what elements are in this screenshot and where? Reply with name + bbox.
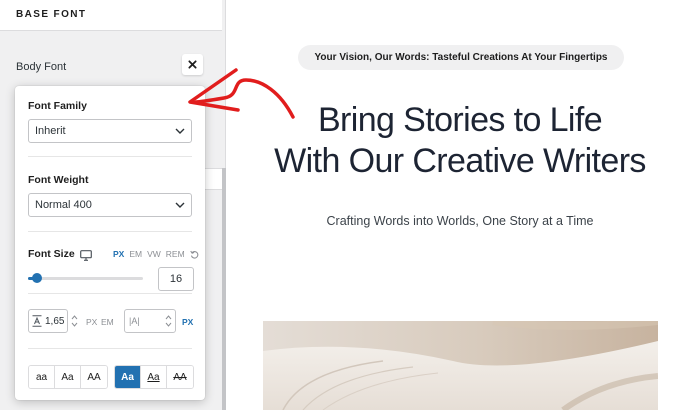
section-header: BASE FONT bbox=[0, 0, 222, 31]
headline-line-1: Bring Stories to Life bbox=[317, 101, 603, 139]
divider bbox=[28, 348, 192, 349]
letter-spacing-unit-px[interactable]: PX bbox=[182, 317, 193, 327]
font-family-value: Inherit bbox=[35, 125, 66, 137]
unit-rem[interactable]: REM bbox=[166, 249, 185, 259]
unit-em[interactable]: EM bbox=[129, 249, 142, 259]
unit-vw[interactable]: VW bbox=[147, 249, 161, 259]
underline-button[interactable]: Aa bbox=[141, 366, 167, 388]
divider bbox=[28, 156, 192, 157]
line-height-input[interactable]: 1,65 bbox=[28, 309, 68, 333]
sidebar-scrollbar[interactable] bbox=[222, 168, 226, 410]
font-size-input[interactable]: 16 bbox=[158, 267, 194, 291]
section-title: BASE FONT bbox=[16, 9, 87, 20]
unit-px[interactable]: PX bbox=[113, 249, 124, 259]
line-height-unit-em[interactable]: EM bbox=[101, 317, 114, 327]
line-height-value: 1,65 bbox=[45, 315, 65, 327]
font-size-slider[interactable] bbox=[28, 273, 143, 283]
hero-image bbox=[263, 321, 658, 410]
tagline-badge: Your Vision, Our Words: Tasteful Creatio… bbox=[298, 45, 624, 70]
close-icon bbox=[188, 60, 197, 69]
headline-line-2: With Our Creative Writers bbox=[274, 142, 646, 180]
slider-thumb[interactable] bbox=[32, 273, 43, 283]
decoration-none-button[interactable]: Aa bbox=[115, 366, 141, 388]
letter-spacing-placeholder: |A| bbox=[129, 316, 140, 326]
text-transform-group: aa Aa AA bbox=[28, 365, 108, 389]
reset-icon[interactable] bbox=[189, 250, 199, 259]
font-settings-popover: Font Family Inherit Font Weight Normal 4… bbox=[15, 86, 205, 400]
chevron-down-icon bbox=[175, 128, 185, 134]
font-weight-select[interactable]: Normal 400 bbox=[28, 193, 192, 217]
close-popover-button[interactable] bbox=[182, 54, 203, 75]
font-family-label: Font Family bbox=[28, 100, 87, 112]
font-size-label: Font Size bbox=[28, 248, 75, 260]
chevron-down-icon bbox=[175, 202, 185, 208]
uppercase-button[interactable]: AA bbox=[81, 366, 107, 388]
stepper-icon[interactable] bbox=[165, 314, 172, 328]
stepper-icon[interactable] bbox=[71, 314, 78, 328]
line-height-unit-px[interactable]: PX bbox=[86, 317, 97, 327]
divider bbox=[28, 293, 192, 294]
font-family-select[interactable]: Inherit bbox=[28, 119, 192, 143]
lowercase-button[interactable]: aa bbox=[29, 366, 55, 388]
hero-headline: Bring Stories to Life With Our Creative … bbox=[260, 100, 660, 182]
font-weight-label: Font Weight bbox=[28, 174, 89, 186]
body-font-label: Body Font bbox=[16, 61, 67, 73]
text-decoration-group: Aa Aa AA bbox=[114, 365, 194, 389]
divider bbox=[28, 231, 192, 232]
book-photo bbox=[263, 321, 658, 410]
font-size-units: PX EM VW REM bbox=[113, 249, 199, 259]
line-height-icon bbox=[32, 315, 42, 327]
font-weight-value: Normal 400 bbox=[35, 199, 92, 211]
hero-subheading: Crafting Words into Worlds, One Story at… bbox=[326, 214, 594, 228]
strikethrough-button[interactable]: AA bbox=[167, 366, 193, 388]
monitor-icon[interactable] bbox=[80, 250, 92, 261]
capitalize-button[interactable]: Aa bbox=[55, 366, 81, 388]
